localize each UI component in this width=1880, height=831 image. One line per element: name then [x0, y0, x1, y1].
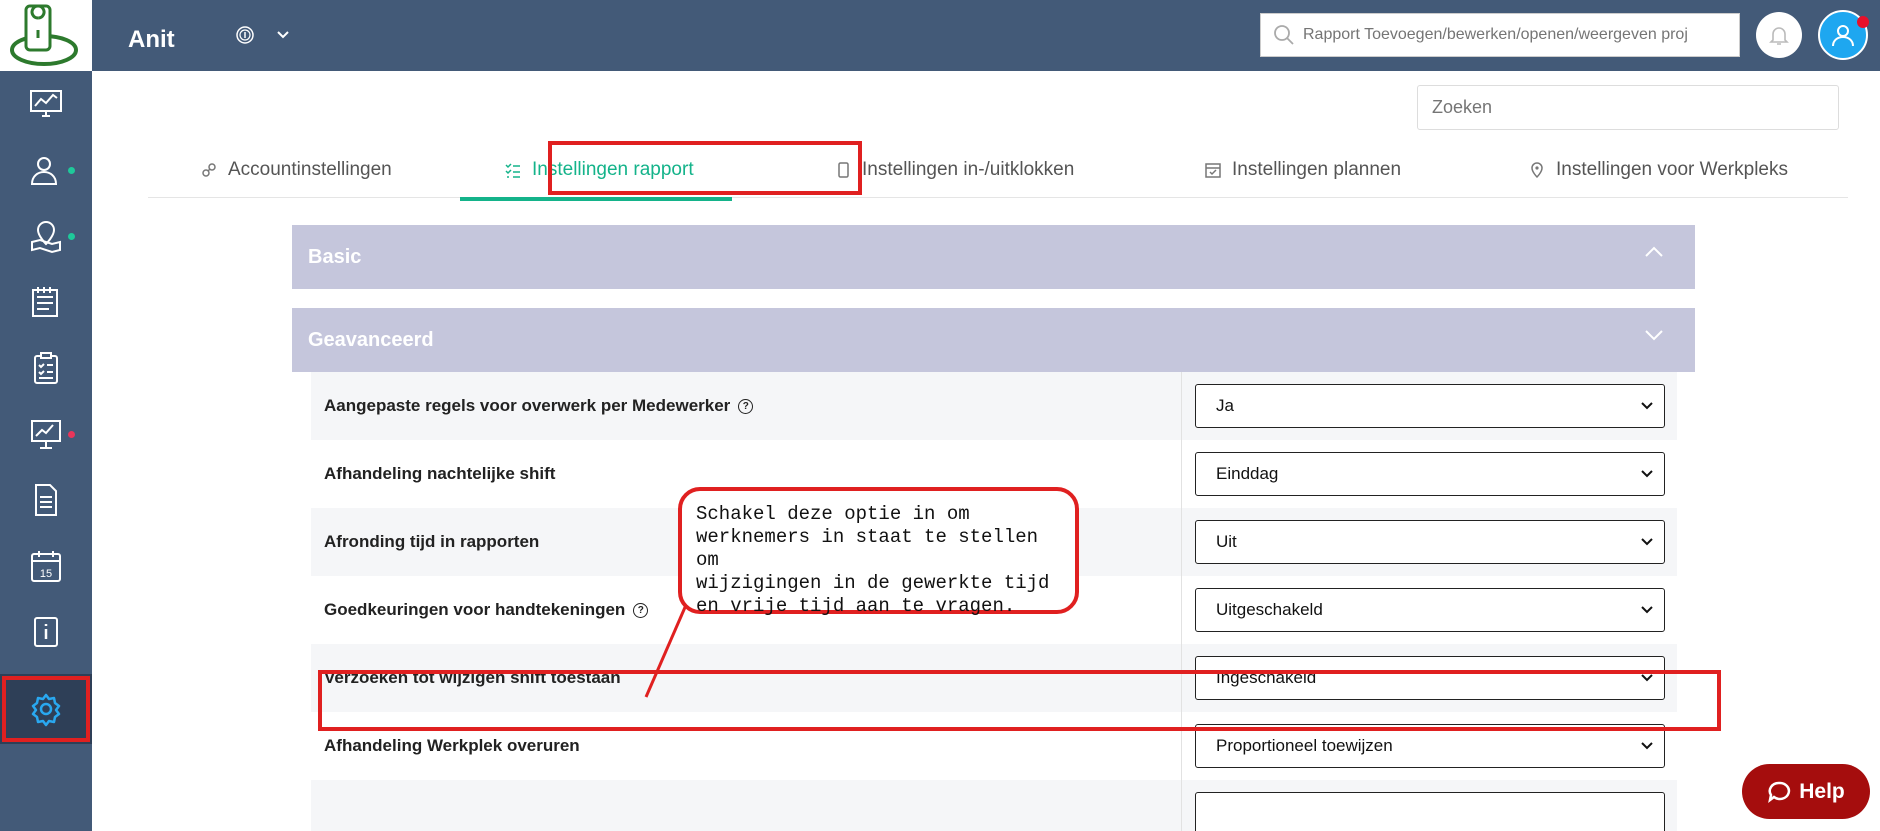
chevron-down-icon — [1641, 606, 1653, 614]
setting-row: Aangepaste regels voor overwerk per Mede… — [311, 372, 1677, 440]
tab-clock-settings[interactable]: Instellingen in-/uitklokken — [834, 141, 1074, 198]
setting-row — [311, 780, 1677, 831]
link-icon — [202, 162, 216, 177]
chevron-down-icon — [1645, 330, 1663, 341]
setting-select[interactable]: Uitgeschakeld — [1195, 588, 1665, 632]
sidebar-item-dashboard[interactable] — [0, 71, 92, 137]
help-icon[interactable]: ? — [738, 398, 754, 414]
sidebar: 15 — [0, 0, 92, 831]
settings-tabs: Accountinstellingen Instellingen rapport… — [148, 141, 1848, 201]
section-title: Geavanceerd — [308, 328, 434, 351]
highlight-box — [548, 141, 862, 195]
map-pin-icon — [31, 220, 61, 254]
setting-select[interactable]: Einddag — [1195, 452, 1665, 496]
section-title: Basic — [308, 245, 362, 268]
tab-planning-settings[interactable]: Instellingen plannen — [1204, 141, 1401, 198]
chevron-down-icon — [1641, 470, 1653, 478]
user-avatar[interactable] — [1818, 10, 1869, 60]
clipboard-list-icon — [32, 287, 58, 317]
help-button[interactable]: Help — [1742, 764, 1870, 819]
chevron-down-icon — [1641, 538, 1653, 546]
status-dot — [68, 431, 75, 438]
divider — [1181, 780, 1182, 831]
setting-label: Goedkeuringen voor handtekeningen? — [324, 600, 649, 620]
tab-label: Instellingen plannen — [1232, 158, 1402, 180]
status-dot — [68, 233, 75, 240]
svg-text:15: 15 — [40, 568, 52, 580]
setting-label: Afhandeling Werkplek overuren — [324, 736, 580, 755]
active-tab-underline — [460, 197, 732, 201]
info-book-icon — [34, 617, 58, 647]
sidebar-item-analytics[interactable] — [0, 401, 92, 467]
divider — [1181, 576, 1182, 644]
chevron-up-icon — [1645, 246, 1663, 257]
chat-bubble-icon — [1768, 781, 1791, 803]
checklist-icon — [505, 162, 520, 178]
chevron-down-icon — [1641, 742, 1653, 750]
search-icon — [1274, 25, 1294, 45]
help-icon[interactable]: ? — [633, 602, 649, 618]
sidebar-item-reports[interactable] — [0, 269, 92, 335]
sidebar-item-tasks[interactable] — [0, 335, 92, 401]
app-logo[interactable] — [0, 0, 92, 71]
notification-dot — [1857, 16, 1869, 28]
notifications-button[interactable] — [1756, 12, 1802, 58]
tab-label: Instellingen voor Werkpleks — [1556, 158, 1788, 180]
user-icon — [1832, 25, 1854, 47]
section-advanced-header[interactable]: Geavanceerd — [292, 308, 1695, 372]
highlight-box — [2, 676, 90, 742]
timezone-icon — [236, 26, 254, 44]
divider — [1181, 372, 1182, 440]
highlight-box — [318, 670, 1721, 731]
document-icon — [35, 484, 57, 516]
setting-label: Afronding tijd in rapporten — [324, 532, 540, 551]
tab-label: Accountinstellingen — [228, 158, 392, 180]
sidebar-item-employees[interactable] — [0, 137, 92, 203]
sidebar-item-settings[interactable] — [0, 674, 92, 744]
calendar-icon: 15 — [31, 551, 61, 582]
sidebar-item-info[interactable] — [0, 599, 92, 665]
sidebar-item-documents[interactable] — [0, 467, 92, 533]
setting-select[interactable]: Ja — [1195, 384, 1665, 428]
map-pin-icon — [1531, 161, 1543, 178]
monitor-chart-icon — [30, 90, 62, 117]
setting-label: Afhandeling nachtelijke shift — [324, 464, 556, 483]
settings-search-input[interactable] — [1417, 85, 1839, 130]
checklist-icon — [34, 352, 58, 384]
setting-select[interactable]: Uit — [1195, 520, 1665, 564]
setting-select[interactable] — [1195, 792, 1665, 831]
help-label: Help — [1799, 779, 1845, 803]
setting-label: Aangepaste regels voor overwerk per Mede… — [324, 396, 754, 416]
calendar-check-icon — [1205, 162, 1221, 178]
users-icon — [30, 157, 58, 185]
sidebar-item-calendar[interactable]: 15 — [0, 533, 92, 599]
app-title: Anit — [128, 26, 175, 53]
global-search[interactable] — [1260, 13, 1740, 57]
divider — [1181, 508, 1182, 576]
chevron-down-icon — [277, 31, 289, 39]
top-bar: Anit — [92, 0, 1880, 71]
tab-account-settings[interactable]: Accountinstellingen — [200, 141, 392, 198]
section-basic-header[interactable]: Basic — [292, 225, 1695, 289]
account-switcher[interactable] — [234, 24, 290, 46]
tab-workplace-settings[interactable]: Instellingen voor Werkpleks — [1528, 141, 1788, 198]
global-search-input[interactable] — [1303, 26, 1723, 44]
tab-label: Instellingen in-/uitklokken — [862, 158, 1075, 180]
chevron-down-icon — [1641, 402, 1653, 410]
bell-icon — [1769, 27, 1789, 45]
presentation-chart-icon — [31, 420, 61, 449]
logo-icon — [10, 4, 78, 66]
divider — [1181, 440, 1182, 508]
sidebar-item-locations[interactable] — [0, 203, 92, 269]
status-dot — [68, 167, 75, 174]
annotation-callout: Schakel deze optie in om werknemers in s… — [678, 487, 1079, 617]
